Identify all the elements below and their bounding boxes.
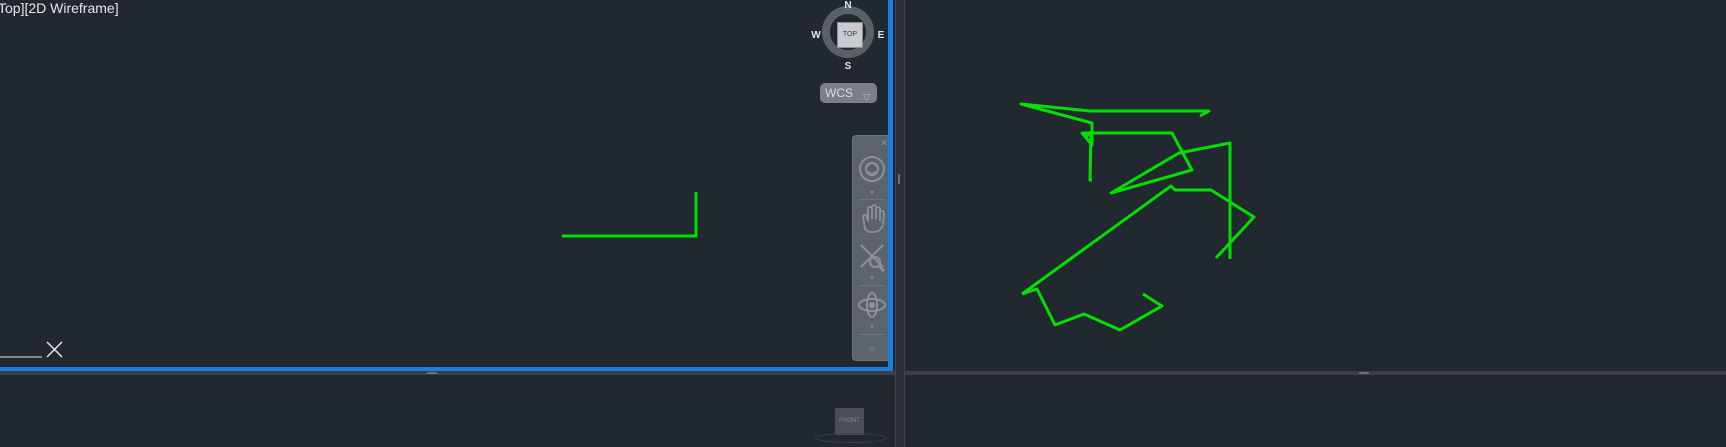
- pan-icon: [862, 204, 885, 233]
- green-polyline-lower: [1021, 184, 1256, 296]
- steeringwheels-icon: [859, 156, 885, 182]
- chevron-down-icon[interactable]: ▼: [853, 190, 888, 197]
- wcs-dropdown[interactable]: WCS ▽: [820, 83, 877, 103]
- compass-ring: [815, 433, 887, 443]
- zoom-extents-icon: [860, 244, 886, 273]
- viewport-bottom-right[interactable]: [903, 375, 1726, 447]
- drag-grip-icon[interactable]: [898, 174, 900, 184]
- drawing-canvas-top-right[interactable]: [903, 0, 1726, 372]
- green-polyline-upper: [1019, 102, 1232, 259]
- close-icon[interactable]: ✕: [880, 138, 888, 149]
- ucs-origin-icon: [46, 341, 63, 358]
- l-shaped-polyline: [562, 192, 698, 238]
- viewport-splitter-vertical[interactable]: [895, 0, 905, 447]
- viewcube[interactable]: TOP N S E W: [811, 0, 888, 74]
- orbit-button[interactable]: [853, 288, 888, 327]
- toolbar-divider: [859, 334, 885, 335]
- wcs-label: WCS: [825, 86, 853, 100]
- drag-grip-icon[interactable]: [427, 372, 437, 374]
- compass-west[interactable]: W: [810, 30, 822, 41]
- chevron-down-icon[interactable]: ▼: [853, 324, 888, 331]
- steeringwheels-button[interactable]: [853, 154, 888, 189]
- viewport-top-left[interactable]: Top][2D Wireframe] TOP N S E W WCS ▽ ✕ ▼…: [0, 0, 888, 367]
- drag-grip-icon[interactable]: [1359, 372, 1369, 374]
- chevron-down-icon[interactable]: ▼: [853, 275, 888, 282]
- compass-east[interactable]: E: [875, 30, 887, 41]
- toolbar-divider: [859, 199, 885, 200]
- viewport-splitter-horizontal[interactable]: [0, 371, 1726, 375]
- pan-button[interactable]: [853, 203, 888, 240]
- orbit-icon: [858, 292, 886, 318]
- navigation-bar[interactable]: ✕ ▼ ▼ ▼ ≡: [852, 135, 888, 361]
- viewcube-face-top[interactable]: TOP: [837, 22, 863, 48]
- drawing-canvas-top-left[interactable]: [0, 0, 888, 367]
- compass-north[interactable]: N: [842, 0, 854, 11]
- chevron-down-icon: ▽: [863, 92, 870, 102]
- customize-navbar-icon[interactable]: ≡: [853, 344, 888, 354]
- viewport-top-right[interactable]: [903, 0, 1726, 372]
- viewport-bottom-left[interactable]: [0, 375, 898, 447]
- toolbar-divider: [859, 285, 885, 286]
- viewcube-face-front[interactable]: FRONT: [835, 408, 864, 435]
- zoom-extents-button[interactable]: [853, 240, 888, 279]
- compass-south[interactable]: S: [842, 61, 854, 72]
- green-polyline-bottom: [1021, 287, 1164, 332]
